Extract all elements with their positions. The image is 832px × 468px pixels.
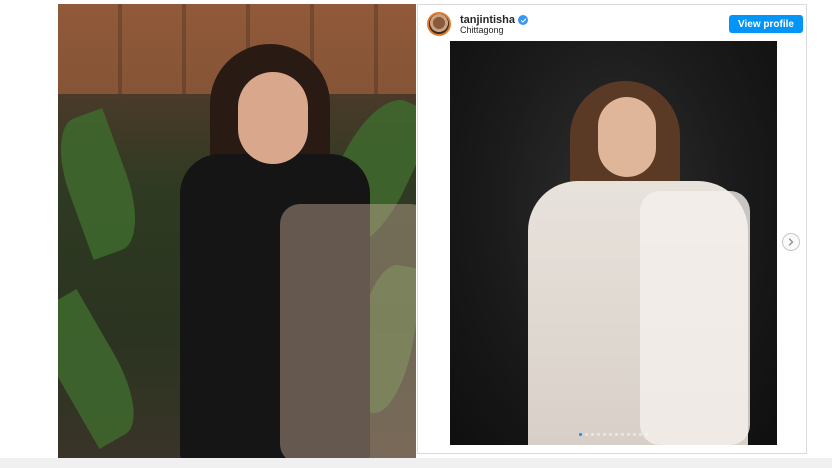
location[interactable]: Chittagong	[460, 25, 504, 35]
page: tanjintisha Chittagong View profile	[0, 0, 832, 468]
bottom-margin	[0, 458, 832, 468]
next-button[interactable]	[782, 233, 800, 251]
carousel-dot	[621, 433, 624, 436]
chevron-right-icon	[788, 238, 794, 246]
avatar[interactable]	[427, 12, 451, 36]
carousel-dot	[627, 433, 630, 436]
carousel-dot	[603, 433, 606, 436]
carousel-dot	[615, 433, 618, 436]
instagram-embed-card: tanjintisha Chittagong View profile	[417, 4, 807, 454]
carousel-dot	[585, 433, 588, 436]
plant-leaf	[58, 289, 152, 449]
carousel-dots	[450, 433, 777, 436]
right-margin	[808, 0, 832, 468]
saree-drape	[640, 191, 750, 445]
carousel-dot	[645, 433, 648, 436]
carousel-dot	[597, 433, 600, 436]
face	[598, 97, 656, 177]
carousel-dot	[633, 433, 636, 436]
view-profile-button[interactable]: View profile	[729, 15, 803, 33]
left-margin	[0, 0, 58, 468]
carousel-dot	[639, 433, 642, 436]
carousel-dot	[579, 433, 582, 436]
carousel-dot	[609, 433, 612, 436]
left-photo	[58, 4, 416, 464]
person-figure	[150, 44, 416, 464]
face	[238, 72, 308, 164]
post-image[interactable]	[450, 41, 777, 445]
dupatta	[280, 204, 416, 464]
verified-badge-icon	[518, 15, 529, 25]
carousel-dot	[591, 433, 594, 436]
post-header: tanjintisha Chittagong View profile	[418, 5, 806, 41]
plant-leaf	[58, 107, 151, 261]
